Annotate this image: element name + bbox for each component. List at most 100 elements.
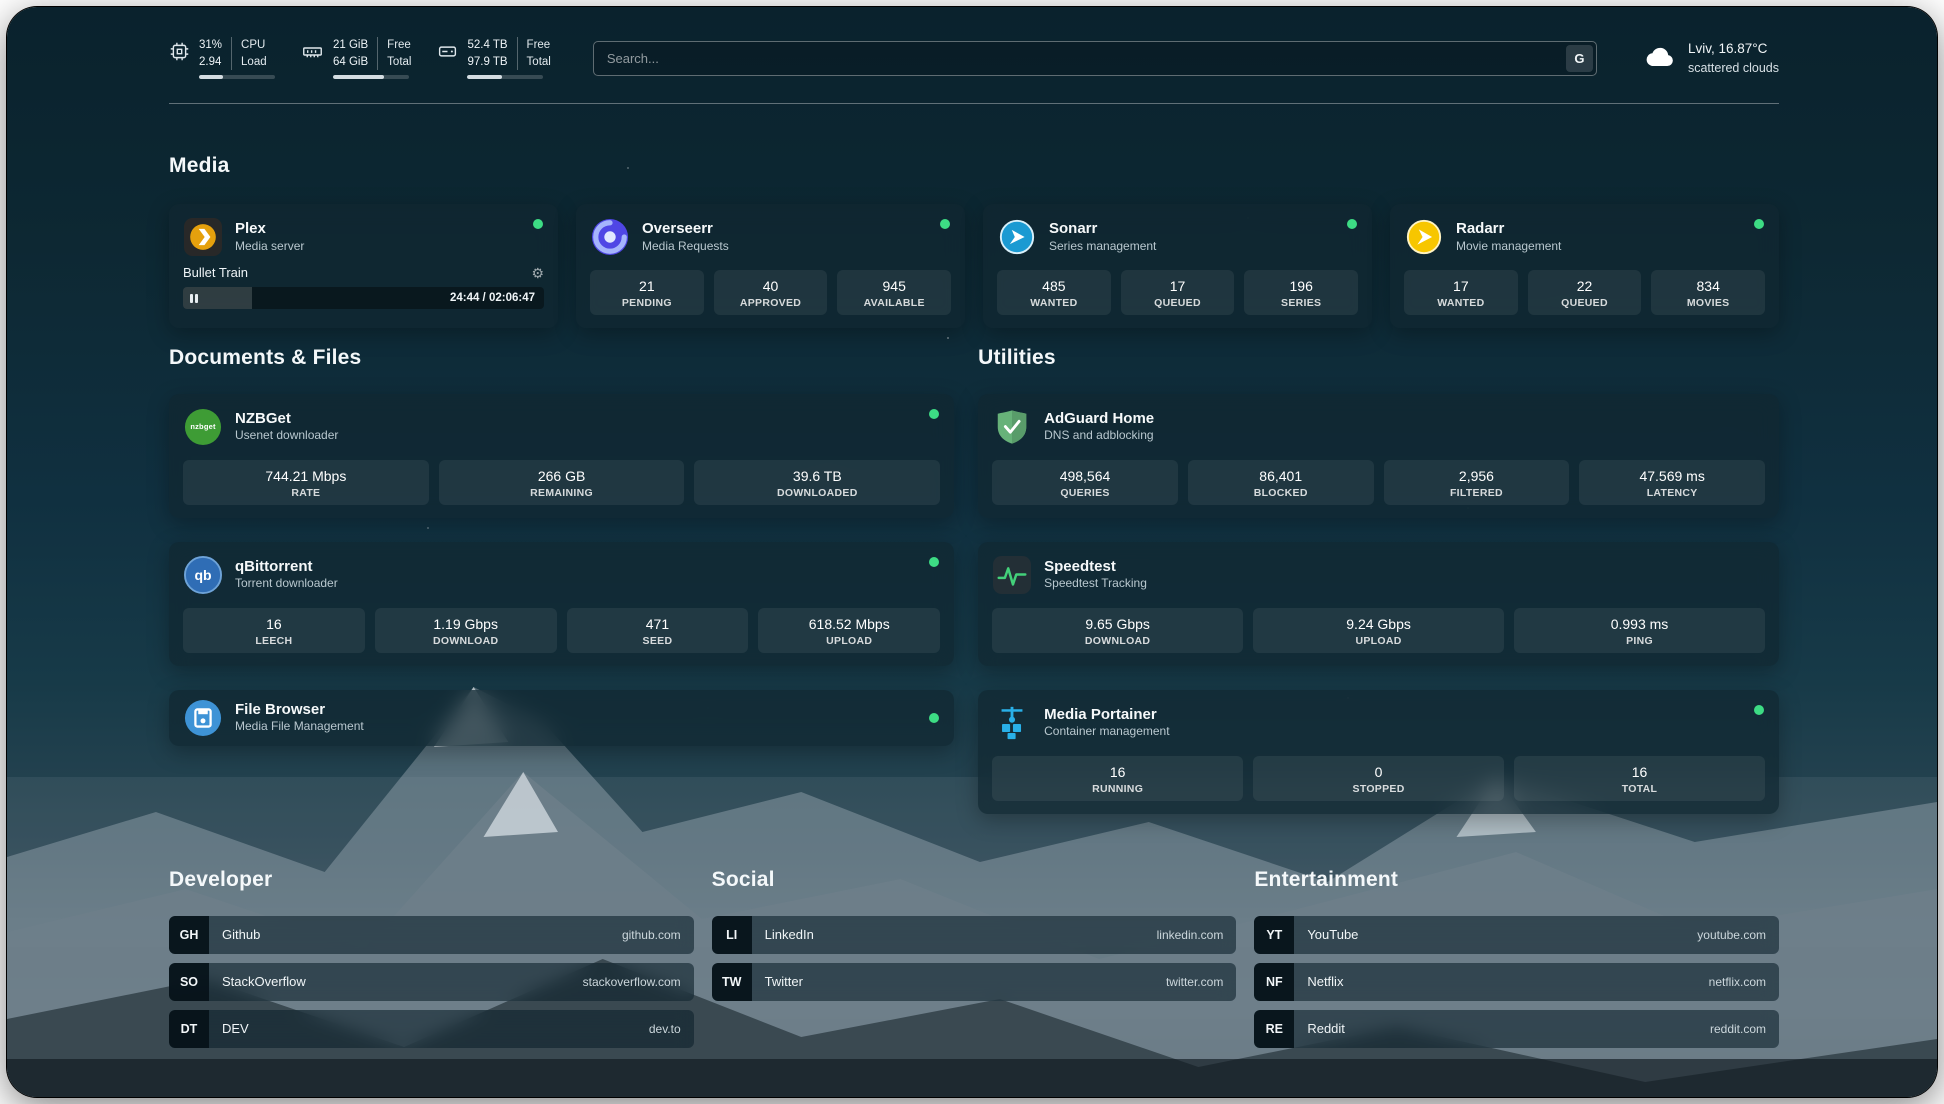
dev-icon: DT: [169, 1010, 209, 1048]
section-title-media: Media: [169, 154, 1779, 178]
now-playing-title: Bullet Train: [183, 265, 248, 280]
bookmark-group-social: Social LI LinkedIn linkedin.com TW Twitt…: [712, 868, 1237, 1048]
stat-movies: 834 MOVIES: [1651, 270, 1765, 315]
pause-icon[interactable]: [190, 287, 198, 309]
cpu-icon: [169, 41, 190, 62]
portainer-name: Media Portainer: [1044, 706, 1169, 725]
nzbget-icon: nzbget: [183, 407, 223, 447]
playback-progress-bar[interactable]: 24:44 / 02:06:47: [183, 287, 544, 309]
stackoverflow-icon: SO: [169, 963, 209, 1001]
section-title-entertainment: Entertainment: [1254, 868, 1779, 892]
stat-running: 16 RUNNING: [992, 756, 1243, 801]
bookmark-youtube[interactable]: YT YouTube youtube.com: [1254, 916, 1779, 954]
search-bar: G: [593, 41, 1597, 76]
nzbget-subtitle: Usenet downloader: [235, 428, 338, 444]
stat-queries: 498,564 QUERIES: [992, 460, 1178, 505]
stat-blocked: 86,401 BLOCKED: [1188, 460, 1374, 505]
overseerr-subtitle: Media Requests: [642, 239, 729, 255]
qbittorrent-card[interactable]: qb qBittorrent Torrent downloader 16: [169, 542, 954, 666]
header-divider: [169, 103, 1779, 104]
cpu-load-label: Load: [241, 54, 267, 70]
ram-total-label: Total: [387, 54, 411, 70]
documents-column: Documents & Files nzbget N: [169, 346, 954, 814]
qbittorrent-name: qBittorrent: [235, 558, 338, 577]
weather-condition: scattered clouds: [1688, 59, 1779, 77]
stat-queued: 17 QUEUED: [1121, 270, 1235, 315]
qbittorrent-status-dot: [929, 557, 939, 567]
disk-progress-bar: [467, 75, 543, 79]
stat-filtered: 2,956 FILTERED: [1384, 460, 1570, 505]
bookmark-github[interactable]: GH Github github.com: [169, 916, 694, 954]
section-title-utilities: Utilities: [978, 346, 1779, 370]
nzbget-card[interactable]: nzbget NZBGet Usenet downloader 744.21 M…: [169, 394, 954, 518]
filebrowser-card[interactable]: File Browser Media File Management: [169, 690, 954, 746]
bookmark-group-developer: Developer GH Github github.com SO StackO…: [169, 868, 694, 1048]
reddit-icon: RE: [1254, 1010, 1294, 1048]
plex-icon: [183, 217, 223, 257]
adguard-subtitle: DNS and adblocking: [1044, 428, 1154, 444]
ram-progress-bar: [333, 75, 409, 79]
bookmark-group-entertainment: Entertainment YT YouTube youtube.com NF …: [1254, 868, 1779, 1048]
stat-download: 9.65 Gbps DOWNLOAD: [992, 608, 1243, 653]
radarr-name: Radarr: [1456, 220, 1561, 239]
filebrowser-icon: [183, 698, 223, 738]
overseerr-icon: [590, 217, 630, 257]
nzbget-status-dot: [929, 409, 939, 419]
stat-wanted: 17 WANTED: [1404, 270, 1518, 315]
bookmark-reddit[interactable]: RE Reddit reddit.com: [1254, 1010, 1779, 1048]
stat-wanted: 485 WANTED: [997, 270, 1111, 315]
media-card-grid: Plex Media server Bullet Train ⚙ 24:44 /…: [169, 204, 1779, 328]
disk-icon: [437, 41, 458, 62]
stat-downloaded: 39.6 TB DOWNLOADED: [694, 460, 940, 505]
speedtest-card[interactable]: Speedtest Speedtest Tracking 9.65 Gbps D…: [978, 542, 1779, 666]
gear-icon[interactable]: ⚙: [531, 266, 544, 280]
disk-free-label: Free: [527, 37, 551, 53]
disk-total-label: Total: [527, 54, 551, 70]
speedtest-name: Speedtest: [1044, 558, 1147, 577]
ram-widget: 21 GiB 64 GiB Free Total: [301, 37, 411, 78]
radarr-card[interactable]: Radarr Movie management 17 WANTED 22 QUE…: [1390, 204, 1779, 328]
ram-icon: [301, 41, 324, 62]
disk-total-value: 97.9 TB: [467, 54, 507, 70]
bookmark-twitter[interactable]: TW Twitter twitter.com: [712, 963, 1237, 1001]
stat-latency: 47.569 ms LATENCY: [1579, 460, 1765, 505]
cpu-percent-value: 31%: [199, 37, 222, 53]
bookmark-stackoverflow[interactable]: SO StackOverflow stackoverflow.com: [169, 963, 694, 1001]
youtube-icon: YT: [1254, 916, 1294, 954]
section-title-documents: Documents & Files: [169, 346, 954, 370]
nzbget-name: NZBGet: [235, 410, 338, 429]
radarr-icon: [1404, 217, 1444, 257]
stat-leech: 16 LEECH: [183, 608, 365, 653]
stat-queued: 22 QUEUED: [1528, 270, 1642, 315]
bookmark-linkedin[interactable]: LI LinkedIn linkedin.com: [712, 916, 1237, 954]
search-engine-button[interactable]: G: [1566, 45, 1593, 72]
ram-free-label: Free: [387, 37, 411, 53]
bookmark-dev[interactable]: DT DEV dev.to: [169, 1010, 694, 1048]
plex-card[interactable]: Plex Media server Bullet Train ⚙ 24:44 /…: [169, 204, 558, 328]
plex-subtitle: Media server: [235, 239, 304, 255]
stat-rate: 744.21 Mbps RATE: [183, 460, 429, 505]
portainer-card[interactable]: Media Portainer Container management 16 …: [978, 690, 1779, 814]
weather-widget[interactable]: Lviv, 16.87°C scattered clouds: [1645, 39, 1779, 77]
dashboard-root: 31% 2.94 CPU Load: [0, 0, 1944, 1104]
linkedin-icon: LI: [712, 916, 752, 954]
portainer-subtitle: Container management: [1044, 724, 1169, 740]
search-input[interactable]: [593, 41, 1597, 76]
overseerr-card[interactable]: Overseerr Media Requests 21 PENDING 40 A…: [576, 204, 965, 328]
filebrowser-status-dot: [929, 713, 939, 723]
top-bar: 31% 2.94 CPU Load: [169, 33, 1779, 83]
qbittorrent-subtitle: Torrent downloader: [235, 576, 338, 592]
playback-time: 24:44 / 02:06:47: [450, 287, 535, 309]
adguard-name: AdGuard Home: [1044, 410, 1154, 429]
sonarr-card[interactable]: Sonarr Series management 485 WANTED 17 Q…: [983, 204, 1372, 328]
speedtest-subtitle: Speedtest Tracking: [1044, 576, 1147, 592]
sonarr-subtitle: Series management: [1049, 239, 1156, 255]
stat-total: 16 TOTAL: [1514, 756, 1765, 801]
netflix-icon: NF: [1254, 963, 1294, 1001]
utilities-column: Utilities: [978, 346, 1779, 814]
weather-location: Lviv, 16.87°C: [1688, 39, 1779, 59]
bookmark-netflix[interactable]: NF Netflix netflix.com: [1254, 963, 1779, 1001]
sonarr-icon: [997, 217, 1037, 257]
qbittorrent-icon: qb: [183, 555, 223, 595]
adguard-card[interactable]: AdGuard Home DNS and adblocking 498,564 …: [978, 394, 1779, 518]
